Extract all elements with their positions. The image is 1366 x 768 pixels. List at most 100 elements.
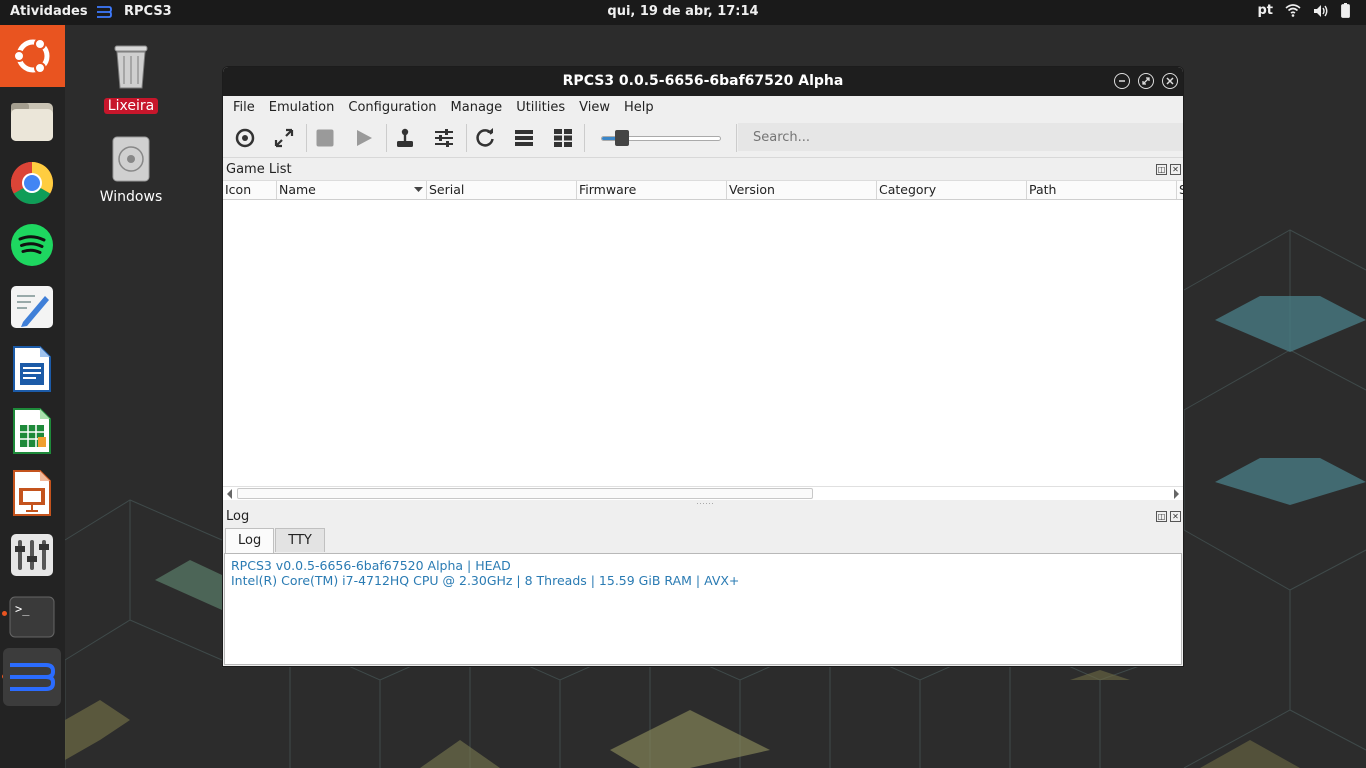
game-list-title-bar: Game List ◫ ✕	[223, 160, 1183, 180]
menu-manage[interactable]: Manage	[444, 100, 510, 115]
calc-icon	[13, 408, 51, 454]
impress-icon	[13, 470, 51, 516]
gamepad-icon	[397, 128, 413, 147]
menu-file[interactable]: File	[226, 100, 262, 115]
slider-handle[interactable]	[615, 130, 629, 146]
play-icon	[357, 130, 372, 146]
game-list-panel: Game List ◫ ✕ Icon Name Serial Firmware …	[223, 160, 1183, 502]
refresh-icon	[476, 128, 494, 147]
horizontal-scrollbar[interactable]	[223, 486, 1183, 500]
settings-icon	[11, 534, 53, 576]
game-list-body[interactable]	[223, 200, 1183, 486]
window-titlebar[interactable]: RPCS3 0.0.5-6656-6baf67520 Alpha	[223, 67, 1183, 96]
column-header-firmware[interactable]: Firmware	[577, 181, 727, 199]
fullscreen-icon	[274, 128, 294, 148]
float-button[interactable]: ◫	[1156, 511, 1167, 522]
rpcs3-window: RPCS3 0.0.5-6656-6baf67520 Alpha File Em…	[222, 66, 1184, 667]
svg-text:>_: >_	[15, 602, 30, 616]
dock: >_	[0, 25, 65, 768]
rpcs3-icon	[97, 5, 112, 18]
column-header-icon[interactable]: Icon	[223, 181, 277, 199]
scrollbar-handle[interactable]	[237, 488, 813, 499]
desktop-icon-windows[interactable]: Windows	[86, 135, 176, 205]
stop-button[interactable]	[309, 122, 341, 154]
volume-icon[interactable]	[1313, 4, 1329, 18]
dock-files[interactable]	[5, 94, 59, 148]
log-tabs: Log TTY	[223, 528, 326, 553]
close-button[interactable]	[1162, 73, 1178, 89]
desktop-icon-trash[interactable]: Lixeira	[86, 42, 176, 114]
activities-button[interactable]: Atividades	[10, 4, 88, 19]
log-output[interactable]: RPCS3 v0.0.5-6656-6baf67520 Alpha | HEAD…	[224, 553, 1182, 665]
clock: qui, 19 de abr, 17:14	[0, 4, 1366, 19]
config-sliders-icon	[435, 129, 453, 147]
minimize-icon	[1119, 80, 1125, 82]
boot-button[interactable]	[229, 122, 261, 154]
stop-icon	[316, 129, 334, 147]
pads-button[interactable]	[389, 122, 421, 154]
log-title: Log	[226, 509, 250, 524]
dock-chrome[interactable]	[5, 156, 59, 210]
log-panel: Log ◫ ✕ Log TTY RPCS3 v0.0.5-6656-6baf67…	[223, 505, 1183, 666]
dock-impress[interactable]	[5, 466, 59, 520]
battery-icon[interactable]	[1341, 3, 1350, 18]
play-button[interactable]	[348, 122, 380, 154]
column-header-serial[interactable]: Serial	[427, 181, 577, 199]
maximize-button[interactable]	[1138, 73, 1154, 89]
tab-tty[interactable]: TTY	[275, 528, 325, 552]
dock-rpcs3[interactable]	[3, 648, 61, 706]
app-menu-label: RPCS3	[124, 4, 172, 19]
dock-settings[interactable]	[5, 528, 59, 582]
dock-writer[interactable]	[5, 342, 59, 396]
toolbar-separator	[306, 124, 307, 152]
dock-terminal[interactable]: >_	[5, 590, 59, 644]
game-list-title: Game List	[226, 162, 292, 177]
search-input[interactable]	[738, 123, 1183, 151]
float-button[interactable]: ◫	[1156, 164, 1167, 175]
log-title-bar: Log ◫ ✕	[223, 507, 1183, 527]
clock-label[interactable]: qui, 19 de abr, 17:14	[607, 4, 758, 19]
menu-utilities[interactable]: Utilities	[509, 100, 572, 115]
dock-calc[interactable]	[5, 404, 59, 458]
writer-icon	[13, 346, 51, 392]
column-header-category[interactable]: Category	[877, 181, 1027, 199]
menu-emulation[interactable]: Emulation	[262, 100, 342, 115]
config-button[interactable]	[428, 122, 460, 154]
menu-help[interactable]: Help	[617, 100, 661, 115]
top-bar: Atividades RPCS3 qui, 19 de abr, 17:14 p…	[0, 0, 1366, 25]
column-header-name-label: Name	[279, 182, 316, 197]
scroll-right-icon[interactable]	[1172, 489, 1180, 499]
toolbar-separator	[466, 124, 467, 152]
close-icon	[1166, 77, 1174, 85]
system-tray[interactable]: pt	[1257, 3, 1350, 18]
dock-spotify[interactable]	[5, 218, 59, 272]
scroll-left-icon[interactable]	[226, 489, 234, 499]
wifi-icon[interactable]	[1285, 4, 1301, 17]
minimize-button[interactable]	[1114, 73, 1130, 89]
menu-configuration[interactable]: Configuration	[341, 100, 443, 115]
column-header-version[interactable]: Version	[727, 181, 877, 199]
rpcs3-icon	[10, 663, 55, 691]
list-view-button[interactable]	[508, 122, 540, 154]
dock-ubuntu[interactable]	[0, 25, 65, 87]
tab-log[interactable]: Log	[225, 528, 275, 553]
menu-view[interactable]: View	[572, 100, 617, 115]
column-header-name[interactable]: Name	[277, 181, 427, 199]
fullscreen-button[interactable]	[268, 122, 300, 154]
chrome-icon	[10, 162, 54, 205]
dock-text-editor[interactable]	[5, 280, 59, 334]
log-line: Intel(R) Core(TM) i7-4712HQ CPU @ 2.30GH…	[231, 573, 740, 588]
panel-buttons: ◫ ✕	[1156, 164, 1181, 175]
column-header-path[interactable]: Path	[1027, 181, 1177, 199]
menu-bar: File Emulation Configuration Manage Util…	[223, 96, 1183, 118]
language-indicator[interactable]: pt	[1257, 3, 1273, 18]
panel-close-button[interactable]: ✕	[1170, 164, 1181, 175]
column-header-s[interactable]: S	[1177, 181, 1183, 199]
grid-view-button[interactable]	[547, 122, 579, 154]
disc-icon	[112, 136, 150, 182]
app-menu[interactable]: RPCS3	[96, 4, 172, 19]
refresh-button[interactable]	[469, 122, 501, 154]
sort-arrow-icon	[414, 187, 423, 192]
text-editor-icon	[11, 286, 53, 328]
panel-close-button[interactable]: ✕	[1170, 511, 1181, 522]
